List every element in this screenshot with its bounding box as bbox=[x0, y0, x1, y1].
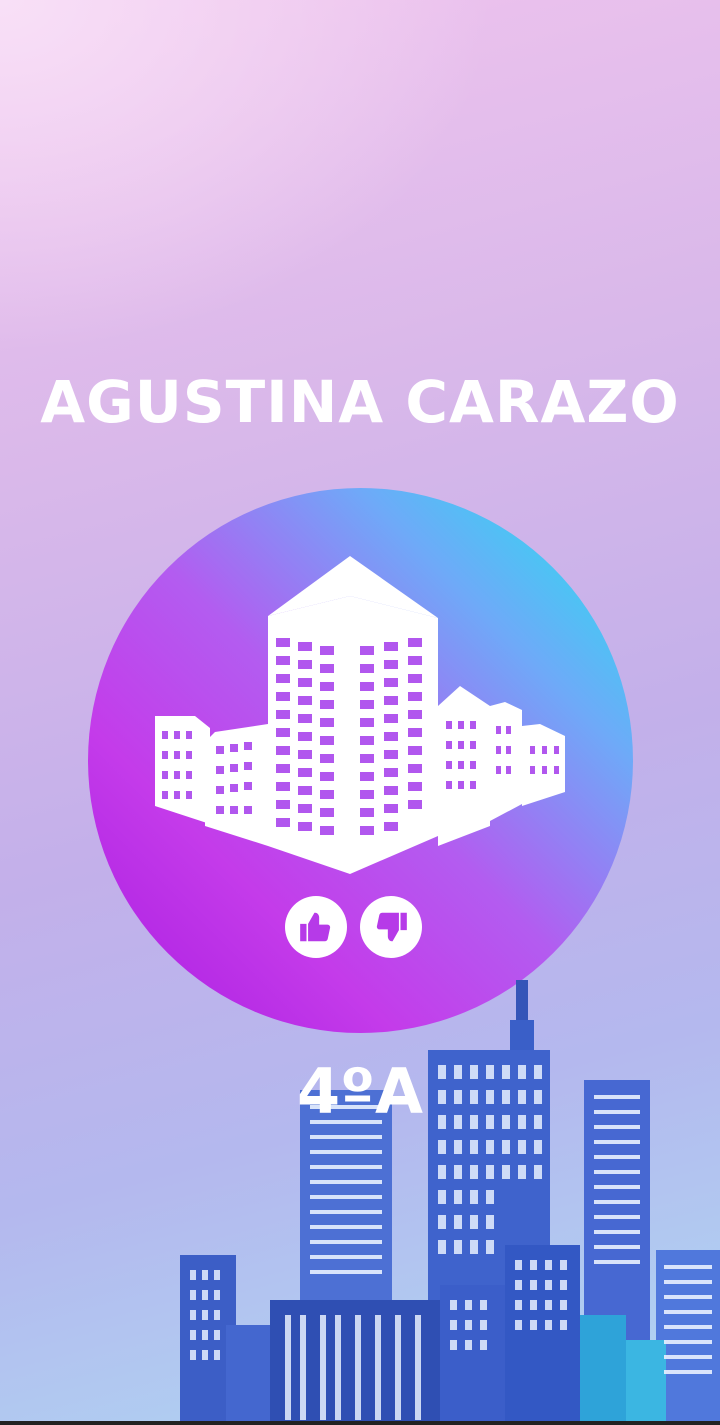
city-skyline-image bbox=[180, 980, 720, 1425]
user-name: AGUSTINA CARAZO bbox=[40, 368, 680, 436]
thumbs-down-icon bbox=[376, 912, 407, 942]
building-avatar bbox=[88, 488, 633, 1033]
dislike-button[interactable] bbox=[360, 896, 422, 958]
bottom-border bbox=[0, 1421, 720, 1425]
like-button[interactable] bbox=[285, 896, 347, 958]
buildings-icon bbox=[155, 556, 565, 874]
room-label: 4ºA bbox=[296, 1055, 424, 1128]
thumbs-up-icon bbox=[300, 912, 331, 942]
